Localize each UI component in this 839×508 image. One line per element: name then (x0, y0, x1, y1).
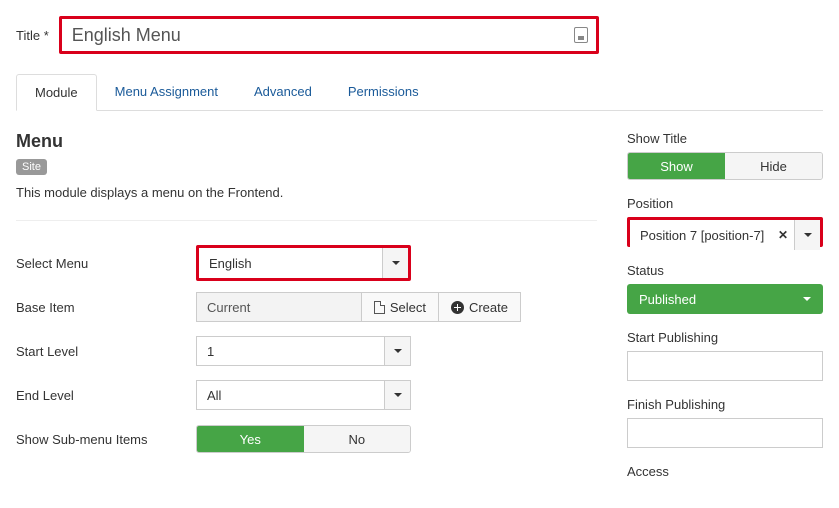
title-input[interactable] (70, 24, 574, 47)
base-item-select-button[interactable]: Select (362, 292, 439, 322)
end-level-label: End Level (16, 388, 196, 403)
base-item-create-button[interactable]: Create (439, 292, 521, 322)
chevron-down-icon (803, 297, 811, 301)
end-level-value: All (197, 388, 384, 403)
start-level-value: 1 (197, 344, 384, 359)
chevron-down-icon (384, 337, 410, 365)
finish-publishing-input[interactable] (627, 418, 823, 448)
tab-menu-assignment[interactable]: Menu Assignment (97, 74, 236, 110)
title-row: Title * (16, 16, 823, 54)
show-title-show[interactable]: Show (628, 153, 725, 179)
sidebar-column: Show Title Show Hide Position Position 7… (627, 131, 823, 485)
show-title-toggle: Show Hide (627, 152, 823, 180)
chevron-down-icon (794, 220, 820, 250)
plus-icon (451, 301, 464, 314)
tab-advanced[interactable]: Advanced (236, 74, 330, 110)
site-badge: Site (16, 159, 47, 175)
select-menu-label: Select Menu (16, 256, 196, 271)
start-level-label: Start Level (16, 344, 196, 359)
tab-module[interactable]: Module (16, 74, 97, 111)
module-heading: Menu (16, 131, 597, 152)
main-column: Menu Site This module displays a menu on… (16, 131, 597, 485)
status-value: Published (627, 292, 803, 307)
position-value: Position 7 [position-7] (640, 228, 764, 243)
position-highlight: Position 7 [position-7] ✕ (627, 217, 823, 247)
clear-icon[interactable]: ✕ (778, 228, 788, 242)
position-label: Position (627, 196, 823, 211)
start-publishing-input[interactable] (627, 351, 823, 381)
select-menu-dropdown[interactable]: English (199, 248, 408, 278)
start-level-dropdown[interactable]: 1 (196, 336, 411, 366)
tab-bar: Module Menu Assignment Advanced Permissi… (16, 74, 823, 111)
base-item-value: Current (196, 292, 362, 322)
show-title-hide[interactable]: Hide (725, 153, 822, 179)
show-title-label: Show Title (627, 131, 823, 146)
module-description: This module displays a menu on the Front… (16, 185, 597, 221)
chevron-down-icon (382, 248, 408, 278)
status-label: Status (627, 263, 823, 278)
position-dropdown[interactable]: Position 7 [position-7] ✕ (630, 220, 820, 250)
show-submenu-no[interactable]: No (304, 426, 411, 452)
tab-permissions[interactable]: Permissions (330, 74, 437, 110)
start-publishing-label: Start Publishing (627, 330, 823, 345)
access-label: Access (627, 464, 823, 479)
select-menu-value: English (199, 256, 382, 271)
select-menu-highlight: English (196, 245, 411, 281)
chevron-down-icon (384, 381, 410, 409)
end-level-dropdown[interactable]: All (196, 380, 411, 410)
file-icon (374, 301, 385, 314)
finish-publishing-label: Finish Publishing (627, 397, 823, 412)
status-dropdown[interactable]: Published (627, 284, 823, 314)
show-submenu-toggle: Yes No (196, 425, 411, 453)
title-label: Title * (16, 28, 49, 43)
show-submenu-label: Show Sub-menu Items (16, 432, 196, 447)
base-item-label: Base Item (16, 300, 196, 315)
title-input-highlight (59, 16, 599, 54)
autofill-indicator-icon (574, 27, 588, 43)
show-submenu-yes[interactable]: Yes (197, 426, 304, 452)
